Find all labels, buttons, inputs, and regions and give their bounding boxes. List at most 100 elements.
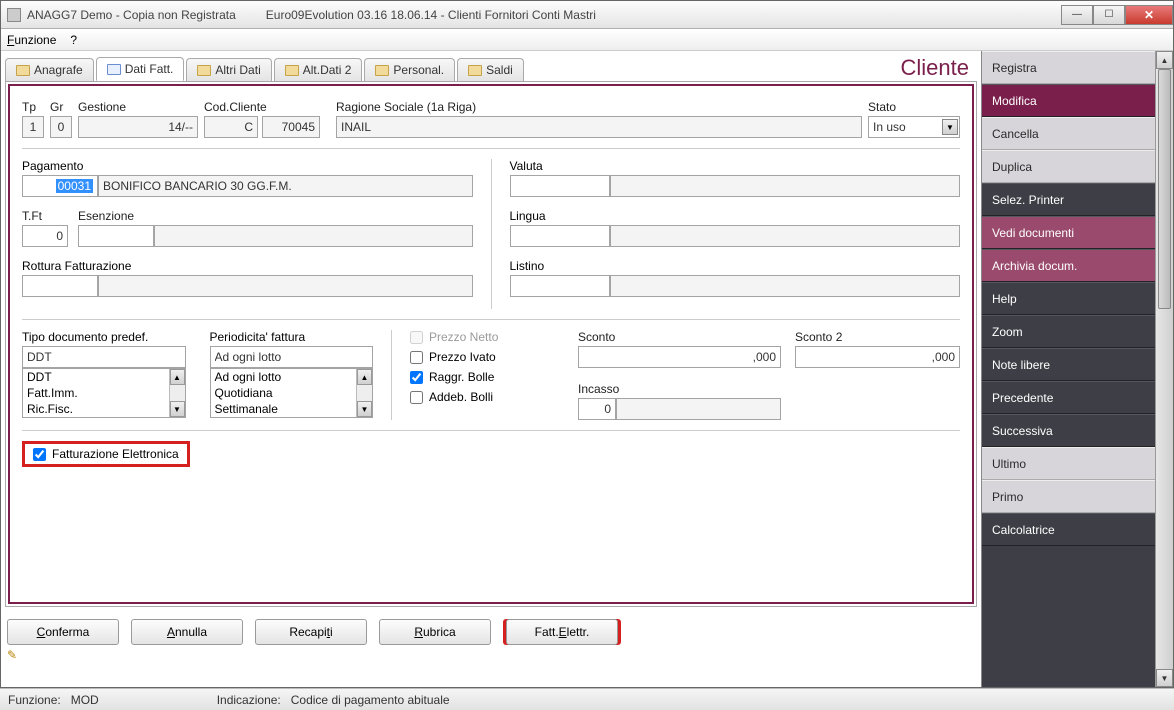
lingua-code-input[interactable] [510,225,610,247]
chevron-up-icon[interactable]: ▲ [170,369,185,385]
cod-num-input[interactable] [262,116,320,138]
fatt-elettronica-check[interactable] [33,448,46,461]
periodicita-listbox[interactable]: Ad ogni lotto Quotidiana Settimanale ▲▼ [210,368,374,418]
side-calcolatrice[interactable]: Calcolatrice [982,513,1173,546]
raggr-bolle-check[interactable]: Raggr. Bolle [410,370,560,384]
folder-icon [468,65,482,76]
chevron-down-icon[interactable]: ▼ [357,401,372,417]
sconto-label: Sconto [578,330,781,344]
folder-icon [285,65,299,76]
valuta-code-input[interactable] [510,175,610,197]
incasso-code-input[interactable] [578,398,616,420]
listino-desc-input[interactable] [610,275,961,297]
pagamento-desc-input[interactable] [98,175,473,197]
fatt-elettronica-label: Fatturazione Elettronica [52,447,179,461]
side-primo[interactable]: Primo [982,480,1173,513]
rottura-desc-input[interactable] [98,275,473,297]
rottura-code-input[interactable] [22,275,98,297]
side-ultimo[interactable]: Ultimo [982,447,1173,480]
side-zoom[interactable]: Zoom [982,315,1173,348]
chevron-up-icon[interactable]: ▲ [357,369,372,385]
ragione-input[interactable] [336,116,862,138]
chevron-down-icon[interactable]: ▼ [942,119,958,135]
tab-personal[interactable]: Personal. [364,58,455,81]
tipo-doc-listbox[interactable]: DDT Fatt.Imm. Ric.Fisc. ▲▼ [22,368,186,418]
annulla-button[interactable]: Annulla [131,619,243,645]
status-indicazione-label: Indicazione: [217,693,281,707]
list-item[interactable]: Ric.Fisc. [23,401,169,417]
side-panel: Registra Modifica Cancella Duplica Selez… [981,51,1173,687]
gestione-input[interactable] [78,116,198,138]
side-successiva[interactable]: Successiva [982,414,1173,447]
scroll-thumb[interactable] [1158,69,1171,309]
folder-icon [107,64,121,75]
sconto-input[interactable] [578,346,781,368]
folder-icon [375,65,389,76]
tft-input[interactable] [22,225,68,247]
side-registra[interactable]: Registra [982,51,1173,84]
esenzione-desc-input[interactable] [154,225,473,247]
conferma-button[interactable]: Conferma [7,619,119,645]
addeb-bolli-check[interactable]: Addeb. Bolli [410,390,560,404]
rubrica-button[interactable]: Rubrica [379,619,491,645]
fatt-elettronica-highlight: Fatturazione Elettronica [22,441,190,467]
status-funzione-label: Funzione: [8,693,61,707]
side-scrollbar[interactable]: ▲ ▼ [1155,51,1173,687]
side-cancella[interactable]: Cancella [982,117,1173,150]
stato-label: Stato [868,100,960,114]
list-item[interactable]: Ad ogni lotto [211,369,357,385]
maximize-button[interactable]: ☐ [1093,5,1125,25]
title-right: Euro09Evolution 03.16 18.06.14 - Clienti… [266,8,596,22]
list-item[interactable]: Fatt.Imm. [23,385,169,401]
valuta-desc-input[interactable] [610,175,961,197]
list-item[interactable]: Quotidiana [211,385,357,401]
close-button[interactable]: ✕ [1125,5,1173,25]
titlebar: ANAGG7 Demo - Copia non Registrata Euro0… [1,1,1173,29]
periodicita-label: Periodicita' fattura [210,330,306,344]
lingua-desc-input[interactable] [610,225,961,247]
side-note-libere[interactable]: Note libere [982,348,1173,381]
statusbar: Funzione:MOD Indicazione:Codice di pagam… [0,688,1174,710]
menu-funzione[interactable]: Funzione [7,33,56,47]
recapiti-button[interactable]: Recapiti [255,619,367,645]
cod-prefix-input[interactable] [204,116,258,138]
listino-code-input[interactable] [510,275,610,297]
side-selez-printer[interactable]: Selez. Printer [982,183,1173,216]
chevron-down-icon[interactable]: ▼ [1156,669,1173,687]
gestione-label: Gestione [78,100,198,114]
scrollbar[interactable]: ▲▼ [169,369,185,417]
chevron-up-icon[interactable]: ▲ [1156,51,1173,69]
menu-help[interactable]: ? [70,33,77,47]
periodicita-selected[interactable] [210,346,374,368]
minimize-button[interactable]: — [1061,5,1093,25]
fatt-elettr-button[interactable]: Fatt.Elettr. [506,619,618,645]
tp-input[interactable] [22,116,44,138]
list-item[interactable]: DDT [23,369,169,385]
tab-altri-dati[interactable]: Altri Dati [186,58,271,81]
lingua-label: Lingua [510,209,546,223]
cod-cliente-label: Cod.Cliente [204,100,330,114]
tab-anagrafe[interactable]: Anagrafe [5,58,94,81]
incasso-desc-input[interactable] [616,398,781,420]
tab-saldi[interactable]: Saldi [457,58,524,81]
side-precedente[interactable]: Precedente [982,381,1173,414]
side-modifica[interactable]: Modifica [982,84,1173,117]
tab-dati-fatt[interactable]: Dati Fatt. [96,57,185,81]
tab-bar: Anagrafe Dati Fatt. Altri Dati Alt.Dati … [5,55,977,81]
tipo-doc-selected[interactable] [22,346,186,368]
gr-input[interactable] [50,116,72,138]
side-archivia-docum[interactable]: Archivia docum. [982,249,1173,282]
esenzione-code-input[interactable] [78,225,154,247]
bottom-toolbar: Conferma Annulla Recapiti Rubrica Fatt.E… [5,613,977,651]
sconto2-input[interactable] [795,346,960,368]
chevron-down-icon[interactable]: ▼ [170,401,185,417]
prezzo-ivato-check[interactable]: Prezzo Ivato [410,350,560,364]
list-item[interactable]: Settimanale [211,401,357,417]
side-vedi-documenti[interactable]: Vedi documenti [982,216,1173,249]
side-help[interactable]: Help [982,282,1173,315]
side-duplica[interactable]: Duplica [982,150,1173,183]
scrollbar[interactable]: ▲▼ [356,369,372,417]
pagamento-code-input[interactable]: 00031 [22,175,98,197]
tab-alt-dati-2[interactable]: Alt.Dati 2 [274,58,363,81]
ragione-label: Ragione Sociale (1a Riga) [336,100,862,114]
